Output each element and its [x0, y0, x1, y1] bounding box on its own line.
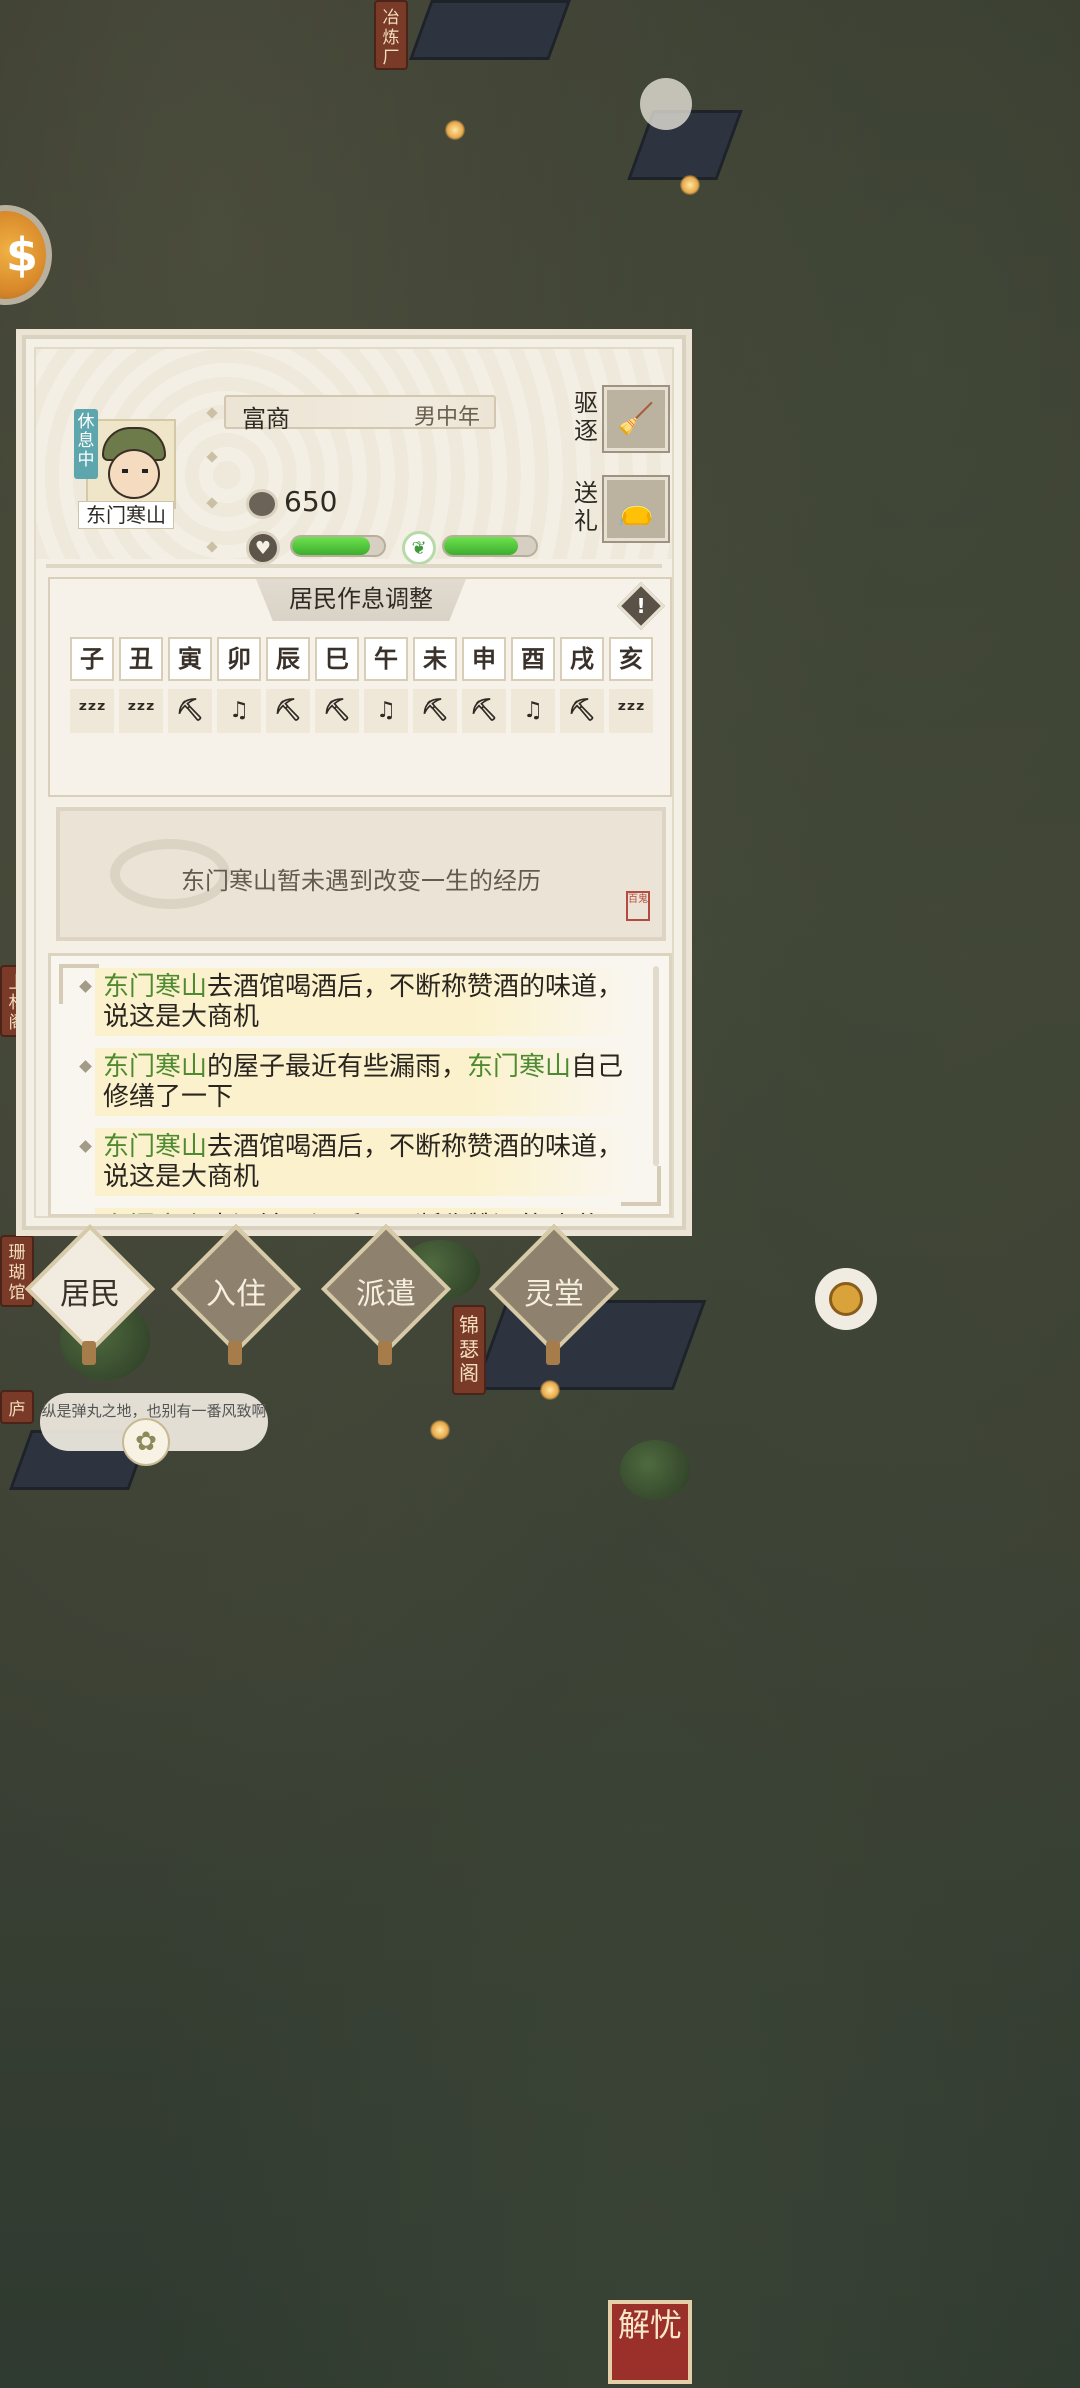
leisure-music-icon[interactable]: ♫ [217, 689, 261, 733]
life-story-box: 东门寒山暂未遇到改变一生的经历 百鬼 [56, 807, 666, 941]
resident-name-link[interactable]: 东门寒山 [103, 1052, 207, 1082]
work-pickaxe-icon[interactable]: ⛏ [560, 689, 604, 733]
expel-label: 驱逐 [574, 389, 598, 445]
status-badge: 休息中 [74, 409, 98, 479]
tab-move-in[interactable]: 入住 [170, 1223, 302, 1365]
tab-label: 派遣 [356, 1277, 416, 1312]
log-entry: 东门寒山去酒馆喝酒后，不断称赞酒的味道，说这是大商机 [95, 1128, 635, 1196]
hour-cell[interactable]: 酉 [511, 637, 555, 681]
tassel [378, 1341, 392, 1365]
hour-cell[interactable]: 丑 [119, 637, 163, 681]
tassel [82, 1341, 96, 1365]
resident-panel: 休息中 东门寒山 富商 男中年 650 ♥ ❦ 驱逐 🧹 送礼 👝 居民作息调整… [16, 329, 692, 1236]
schedule-section: 居民作息调整 ! 子丑寅卯辰巳午未申酉戌亥 ᶻᶻᶻ ᶻᶻᶻ ⛏ ♫ ⛏ ⛏ ♫ ⛏ ⛏ ♫ ⛏ ᶻᶻᶻ [48, 577, 672, 797]
resident-name: 东门寒山 [78, 501, 174, 529]
hour-cell[interactable]: 午 [364, 637, 408, 681]
tree [620, 1440, 690, 1500]
life-story-text: 东门寒山暂未遇到改变一生的经历 [181, 867, 541, 895]
building-roof [409, 0, 571, 60]
work-pickaxe-icon[interactable]: ⛏ [266, 689, 310, 733]
hour-cell[interactable]: 子 [70, 637, 114, 681]
hour-cell[interactable]: 未 [413, 637, 457, 681]
hour-cell[interactable]: 寅 [168, 637, 212, 681]
tab-residents[interactable]: 居民 [24, 1223, 156, 1365]
mood-bar-fill [444, 537, 518, 555]
event-log[interactable]: 东门寒山去酒馆喝酒后，不断称赞酒的味道，说这是大商机 东门寒山的屋子最近有些漏雨，… [48, 953, 672, 1217]
lantern-light [445, 120, 465, 140]
money-value: 650 [284, 485, 338, 518]
divider [46, 564, 662, 568]
sign-jinse[interactable]: 锦瑟阁 [452, 1305, 486, 1395]
money-bag-icon [246, 489, 278, 519]
work-pickaxe-icon[interactable]: ⛏ [462, 689, 506, 733]
info-warning-icon[interactable]: ! [616, 581, 666, 631]
mood-bar [442, 535, 538, 557]
avatar-eyes [122, 469, 148, 473]
sign-coral[interactable]: 珊瑚馆 [0, 1235, 34, 1307]
avatar[interactable] [86, 419, 176, 509]
jieyou-button[interactable]: 解忧 [608, 2300, 692, 2384]
seal-stamp: 百鬼 [626, 891, 650, 921]
leisure-music-icon[interactable]: ♫ [364, 689, 408, 733]
tab-label: 灵堂 [524, 1277, 584, 1312]
lantern-light [430, 1420, 450, 1440]
sleep-icon[interactable]: ᶻᶻᶻ [609, 689, 653, 733]
hour-cell[interactable]: 申 [462, 637, 506, 681]
log-list: 东门寒山去酒馆喝酒后，不断称赞酒的味道，说这是大商机 东门寒山的屋子最近有些漏雨，… [51, 968, 669, 1214]
log-text: 的屋子最近有些漏雨， [207, 1052, 468, 1082]
log-scrollbar[interactable] [653, 966, 659, 1166]
gender-age: 男中年 [413, 405, 480, 430]
log-entry: 东门寒山的屋子最近有些漏雨，东门寒山自己修缮了一下 [95, 1048, 635, 1116]
tab-label: 入住 [206, 1277, 266, 1312]
log-entry: 东门寒山去酒馆喝酒后，不断称赞酒的味道，说 [95, 1208, 635, 1214]
tab-memorial-hall[interactable]: 灵堂 [488, 1223, 620, 1365]
collect-coin-icon[interactable] [815, 1268, 877, 1330]
notification-badge[interactable] [640, 78, 692, 130]
leisure-music-icon[interactable]: ♫ [511, 689, 555, 733]
schedule-grid: 子丑寅卯辰巳午未申酉戌亥 ᶻᶻᶻ ᶻᶻᶻ ⛏ ♫ ⛏ ⛏ ♫ ⛏ ⛏ ♫ ⛏ ᶻᶻᶻ [70, 637, 653, 733]
gift-label: 送礼 [574, 479, 598, 535]
corner-ornament [59, 964, 99, 1004]
occupation-bar: 富商 男中年 [224, 395, 496, 433]
health-bar [290, 535, 386, 557]
sign-lu[interactable]: 庐 [0, 1390, 34, 1424]
lantern-light [540, 1380, 560, 1400]
tassel [228, 1341, 242, 1365]
income-coin-button[interactable]: $ [0, 205, 52, 305]
hour-cell[interactable]: 亥 [609, 637, 653, 681]
work-pickaxe-icon[interactable]: ⛏ [168, 689, 212, 733]
sleep-icon[interactable]: ᶻᶻᶻ [70, 689, 114, 733]
flower-icon[interactable]: ✿ [122, 1418, 170, 1466]
health-bar-fill [292, 537, 371, 555]
heart-icon: ♥ [246, 531, 280, 565]
tab-label: 居民 [60, 1277, 120, 1312]
occupation: 富商 [242, 405, 290, 433]
work-pickaxe-icon[interactable]: ⛏ [315, 689, 359, 733]
resident-name-link[interactable]: 东门寒山 [467, 1052, 571, 1082]
resident-name-link[interactable]: 东门寒山 [103, 1212, 207, 1214]
gift-bag-icon[interactable]: 👝 [602, 475, 670, 543]
avatar-face [108, 449, 160, 499]
leaf-icon: ❦ [402, 531, 436, 565]
schedule-title: 居民作息调整 [256, 579, 466, 621]
hour-cell[interactable]: 戌 [560, 637, 604, 681]
lantern-light [680, 175, 700, 195]
resident-name-link[interactable]: 东门寒山 [103, 1132, 207, 1162]
sign-smelter[interactable]: 冶炼厂 [374, 0, 408, 70]
hour-cell[interactable]: 辰 [266, 637, 310, 681]
work-pickaxe-icon[interactable]: ⛏ [413, 689, 457, 733]
hour-cell[interactable]: 卯 [217, 637, 261, 681]
broom-icon[interactable]: 🧹 [602, 385, 670, 453]
tab-dispatch[interactable]: 派遣 [320, 1223, 452, 1365]
panel-frame: 休息中 东门寒山 富商 男中年 650 ♥ ❦ 驱逐 🧹 送礼 👝 居民作息调整… [34, 347, 674, 1218]
sleep-icon[interactable]: ᶻᶻᶻ [119, 689, 163, 733]
tassel [546, 1341, 560, 1365]
hour-cell[interactable]: 巳 [315, 637, 359, 681]
resident-name-link[interactable]: 东门寒山 [103, 972, 207, 1002]
log-entry: 东门寒山去酒馆喝酒后，不断称赞酒的味道，说这是大商机 [95, 968, 635, 1036]
